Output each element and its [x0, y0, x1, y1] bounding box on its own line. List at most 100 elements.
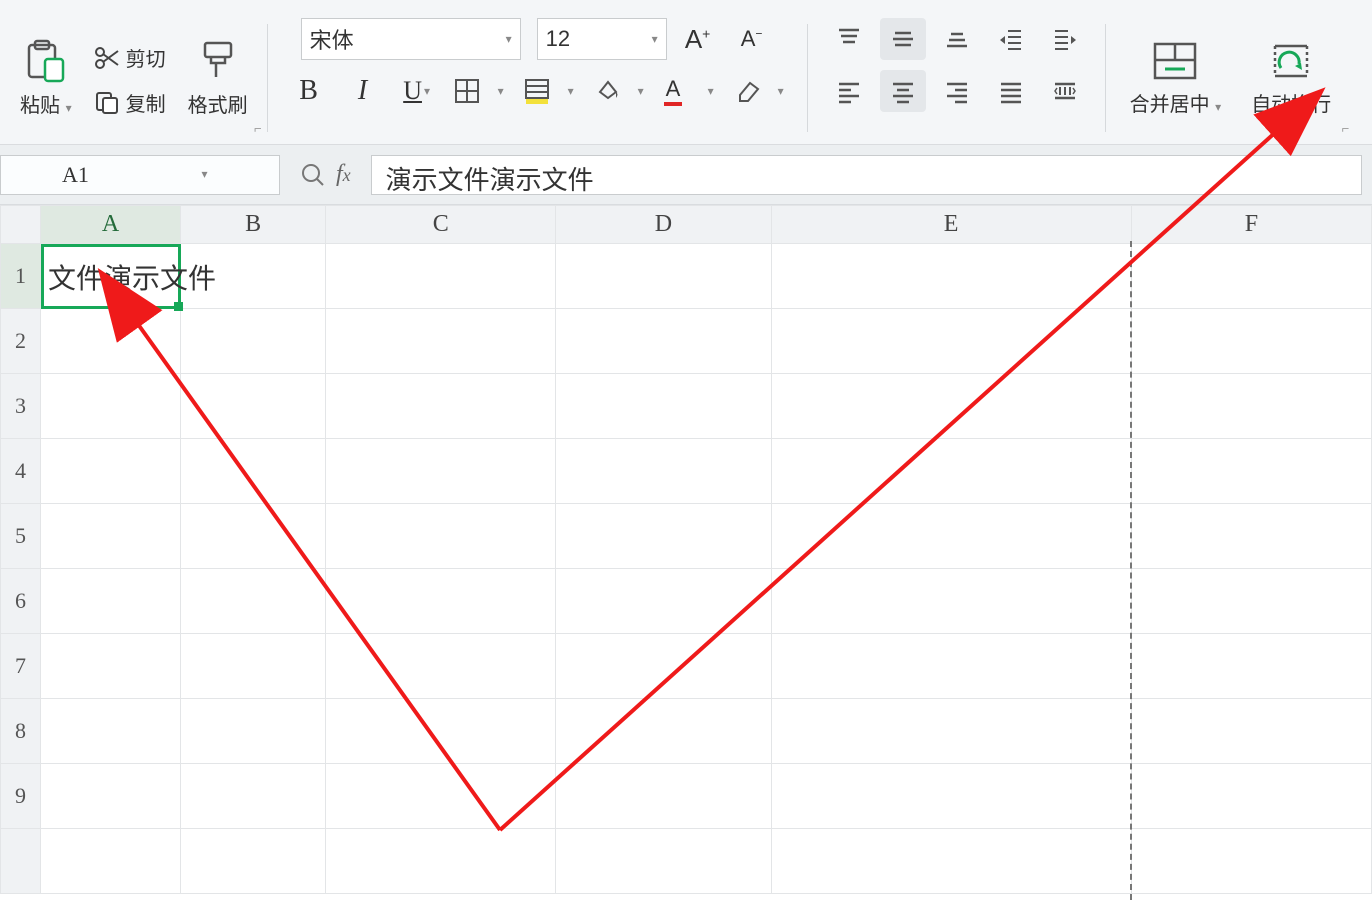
cell[interactable]	[771, 699, 1131, 764]
cell[interactable]	[326, 634, 556, 699]
increase-font-button[interactable]: A+	[675, 18, 721, 60]
align-middle-button[interactable]	[880, 18, 926, 60]
cell[interactable]	[181, 764, 326, 829]
cell[interactable]	[41, 699, 181, 764]
column-header[interactable]: C	[326, 206, 556, 244]
column-header[interactable]: E	[771, 206, 1131, 244]
active-cell[interactable]: 文件演示文件	[41, 244, 181, 309]
row-header[interactable]: 6	[1, 569, 41, 634]
cell[interactable]	[556, 634, 771, 699]
justify-button[interactable]	[988, 70, 1034, 112]
cell[interactable]	[326, 309, 556, 374]
cut-button[interactable]: 剪切	[88, 40, 172, 75]
cell[interactable]	[556, 829, 771, 894]
cell[interactable]	[771, 829, 1131, 894]
align-left-button[interactable]	[826, 70, 872, 112]
bold-button[interactable]: B	[286, 70, 332, 112]
underline-button[interactable]: U▾	[394, 70, 440, 112]
cell[interactable]	[326, 699, 556, 764]
row-header[interactable]	[1, 829, 41, 894]
align-center-button[interactable]	[880, 70, 926, 112]
cell[interactable]	[1131, 764, 1371, 829]
cell[interactable]	[556, 504, 771, 569]
decrease-font-button[interactable]: A−	[729, 18, 775, 60]
fx-icon[interactable]: fx	[336, 161, 351, 188]
cell[interactable]	[771, 634, 1131, 699]
cell[interactable]	[41, 569, 181, 634]
row-header[interactable]: 9	[1, 764, 41, 829]
fill-color-button[interactable]: ▾	[588, 70, 650, 112]
cell[interactable]	[41, 374, 181, 439]
italic-button[interactable]: I	[340, 70, 386, 112]
borders-button[interactable]: ▾	[448, 70, 510, 112]
cell[interactable]	[326, 764, 556, 829]
cell[interactable]	[181, 439, 326, 504]
merge-center-button[interactable]: 合并居中 ▾	[1120, 38, 1232, 119]
font-size-select[interactable]: 12▾	[537, 18, 667, 60]
cell[interactable]	[181, 829, 326, 894]
formula-bar[interactable]: 演示文件演示文件	[371, 155, 1362, 195]
cell[interactable]	[41, 439, 181, 504]
cell[interactable]	[41, 634, 181, 699]
select-all-corner[interactable]	[1, 206, 41, 244]
cell[interactable]	[1131, 439, 1371, 504]
cell[interactable]	[771, 374, 1131, 439]
cell[interactable]	[41, 764, 181, 829]
dialog-launcher-icon[interactable]: ⌐	[254, 121, 262, 136]
cell[interactable]	[1131, 374, 1371, 439]
cell[interactable]	[181, 374, 326, 439]
column-header[interactable]: B	[181, 206, 326, 244]
cell[interactable]	[326, 374, 556, 439]
cell[interactable]	[771, 439, 1131, 504]
row-header[interactable]: 8	[1, 699, 41, 764]
cell[interactable]	[181, 569, 326, 634]
cell[interactable]	[1131, 634, 1371, 699]
cell[interactable]	[181, 309, 326, 374]
cell[interactable]	[1131, 569, 1371, 634]
row-header[interactable]: 7	[1, 634, 41, 699]
row-header[interactable]: 5	[1, 504, 41, 569]
cell[interactable]	[1131, 829, 1371, 894]
cell[interactable]	[326, 829, 556, 894]
cell[interactable]	[556, 244, 771, 309]
font-color-button[interactable]: A▾	[658, 70, 720, 112]
column-header[interactable]: A	[41, 206, 181, 244]
cell[interactable]	[326, 504, 556, 569]
cell[interactable]	[556, 699, 771, 764]
cell[interactable]	[1131, 309, 1371, 374]
cell[interactable]	[41, 309, 181, 374]
font-name-select[interactable]: 宋体▾	[301, 18, 521, 60]
distribute-button[interactable]	[1042, 70, 1088, 112]
increase-indent-button[interactable]	[1042, 18, 1088, 60]
dialog-launcher-icon[interactable]: ⌐	[1342, 121, 1350, 136]
fill-row-color-button[interactable]: ▾	[518, 70, 580, 112]
fill-handle[interactable]	[174, 302, 183, 311]
align-bottom-button[interactable]	[934, 18, 980, 60]
name-box[interactable]: A1 ▾	[0, 155, 280, 195]
cell[interactable]	[1131, 699, 1371, 764]
cell[interactable]	[1131, 244, 1371, 309]
row-header[interactable]: 1	[1, 244, 41, 309]
decrease-indent-button[interactable]	[988, 18, 1034, 60]
column-header[interactable]: F	[1131, 206, 1371, 244]
format-painter-button[interactable]: 格式刷	[178, 37, 258, 120]
copy-button[interactable]: 复制	[88, 85, 172, 120]
cell[interactable]	[771, 504, 1131, 569]
row-header[interactable]: 4	[1, 439, 41, 504]
cell[interactable]	[1131, 504, 1371, 569]
cell[interactable]	[41, 829, 181, 894]
spreadsheet-grid[interactable]: A B C D E F 1 2 3 4 5 6 7 8 9 文件演示文件	[0, 205, 1372, 900]
align-top-button[interactable]	[826, 18, 872, 60]
cell[interactable]	[556, 374, 771, 439]
cell[interactable]	[41, 504, 181, 569]
cell[interactable]	[556, 569, 771, 634]
cell[interactable]	[181, 504, 326, 569]
align-right-button[interactable]	[934, 70, 980, 112]
cell[interactable]	[771, 309, 1131, 374]
wrap-text-button[interactable]: 自动换行	[1241, 38, 1341, 119]
cell[interactable]	[326, 439, 556, 504]
cell[interactable]	[771, 569, 1131, 634]
column-header[interactable]: D	[556, 206, 771, 244]
cell[interactable]	[556, 439, 771, 504]
row-header[interactable]: 3	[1, 374, 41, 439]
